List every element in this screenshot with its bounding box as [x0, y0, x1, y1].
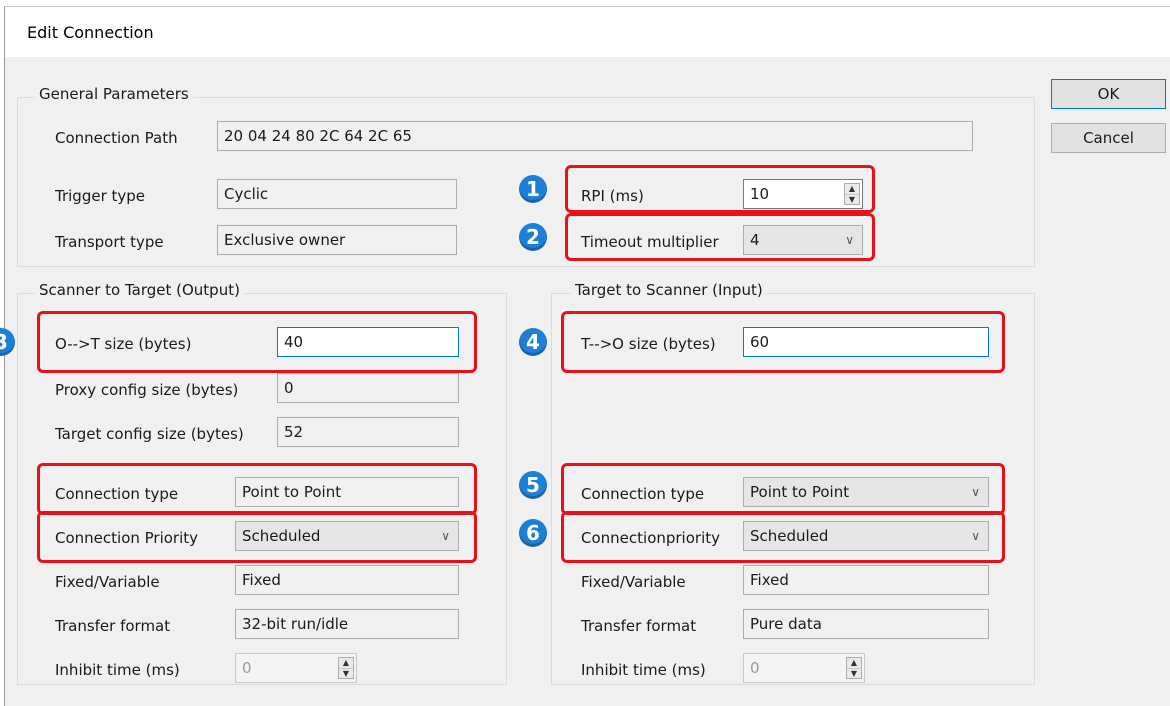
badge-4: 4	[519, 328, 547, 356]
highlight-to-size	[561, 311, 1005, 373]
highlight-rpi	[565, 165, 875, 213]
target-config-label: Target config size (bytes)	[55, 425, 244, 443]
edit-connection-dialog: Edit Connection OK Cancel General Parame…	[0, 6, 1170, 706]
output-inhibit-spinner[interactable]: 0 ▲ ▼	[235, 653, 357, 683]
input-fixed-label: Fixed/Variable	[581, 573, 686, 591]
input-inhibit-label: Inhibit time (ms)	[581, 661, 706, 679]
spin-down-icon[interactable]: ▼	[847, 669, 861, 679]
badge-5: 5	[519, 471, 547, 499]
highlight-input-connection-type	[561, 463, 1005, 515]
input-group-title: Target to Scanner (Input)	[571, 281, 767, 299]
spin-up-icon[interactable]: ▲	[339, 658, 353, 669]
target-config-field[interactable]: 52	[277, 417, 459, 447]
highlight-input-priority	[561, 511, 1005, 563]
cancel-button[interactable]: Cancel	[1051, 123, 1166, 153]
proxy-config-label: Proxy config size (bytes)	[55, 381, 239, 399]
input-format-label: Transfer format	[581, 617, 697, 635]
transport-type-field[interactable]: Exclusive owner	[217, 225, 457, 255]
transport-type-label: Transport type	[55, 233, 164, 251]
highlight-timeout	[565, 213, 875, 261]
trigger-type-field[interactable]: Cyclic	[217, 179, 457, 209]
input-inhibit-value: 0	[750, 659, 760, 677]
highlight-ot-size	[37, 311, 477, 373]
input-inhibit-spinner[interactable]: 0 ▲ ▼	[743, 653, 865, 683]
badge-1: 1	[519, 175, 547, 203]
output-format-label: Transfer format	[55, 617, 171, 635]
output-fixed-label: Fixed/Variable	[55, 573, 160, 591]
highlight-output-priority	[37, 511, 477, 563]
output-inhibit-spin-buttons[interactable]: ▲ ▼	[338, 657, 354, 679]
spin-up-icon[interactable]: ▲	[847, 658, 861, 669]
ok-button[interactable]: OK	[1051, 79, 1166, 109]
connection-path-field[interactable]: 20 04 24 80 2C 64 2C 65	[217, 121, 973, 151]
connection-path-label: Connection Path	[55, 129, 178, 147]
badge-2: 2	[519, 223, 547, 251]
output-fixed-field[interactable]: Fixed	[235, 565, 459, 595]
badge-6: 6	[519, 519, 547, 547]
general-parameters-title: General Parameters	[35, 85, 193, 103]
highlight-output-connection-type	[37, 463, 477, 515]
trigger-type-label: Trigger type	[55, 187, 146, 205]
title-bar: Edit Connection	[5, 7, 1170, 57]
input-inhibit-spin-buttons[interactable]: ▲ ▼	[846, 657, 862, 679]
output-inhibit-label: Inhibit time (ms)	[55, 661, 180, 679]
output-format-field[interactable]: 32-bit run/idle	[235, 609, 459, 639]
dialog-title: Edit Connection	[27, 23, 154, 42]
proxy-config-field[interactable]: 0	[277, 373, 459, 403]
spin-down-icon[interactable]: ▼	[339, 669, 353, 679]
output-group-title: Scanner to Target (Output)	[35, 281, 244, 299]
input-format-field[interactable]: Pure data	[743, 609, 989, 639]
output-inhibit-value: 0	[242, 659, 252, 677]
badge-3: 3	[0, 328, 15, 356]
input-fixed-field[interactable]: Fixed	[743, 565, 989, 595]
